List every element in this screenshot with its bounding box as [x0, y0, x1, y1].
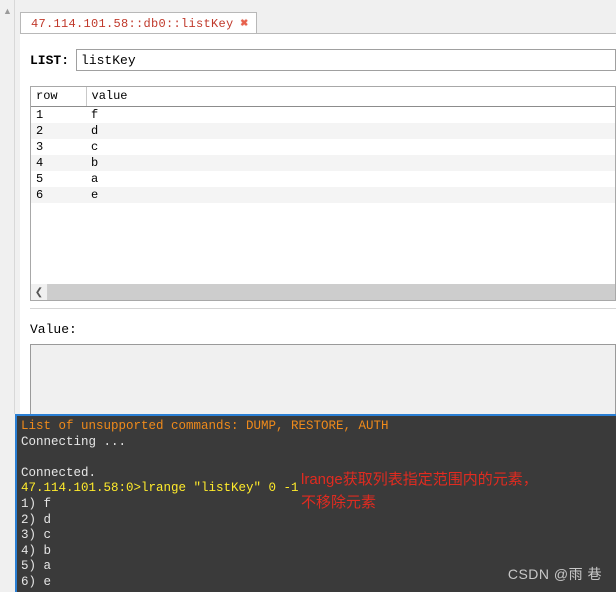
table-row[interactable]: 4 b — [31, 155, 615, 171]
console-line: 3) c — [21, 528, 52, 543]
console-line: List of unsupported commands: DUMP, REST… — [21, 419, 389, 433]
cell-value: a — [91, 172, 99, 186]
annotation-line-2: 不移除元素 — [301, 494, 377, 511]
tab-strip: 47.114.101.58::db0::listKey ✖ — [20, 12, 616, 34]
watermark: CSDN @雨 巷 — [507, 566, 602, 582]
cell-row: 4 — [36, 156, 44, 170]
table-horizontal-scrollbar[interactable]: ❮ — [30, 284, 616, 301]
table-header: row value — [31, 87, 615, 107]
tab-listkey[interactable]: 47.114.101.58::db0::listKey ✖ — [20, 12, 258, 34]
cell-row: 3 — [36, 140, 44, 154]
table-row[interactable]: 1 f — [31, 107, 615, 124]
table-row[interactable]: 6 e — [31, 187, 615, 203]
left-vertical-scrollbar[interactable]: ▲ — [0, 0, 15, 414]
value-panel-label: Value: — [30, 322, 77, 337]
app-root: ▲ 47.114.101.58::db0::listKey ✖ LIST: ro… — [0, 0, 616, 592]
table-row[interactable]: 5 a — [31, 171, 615, 187]
key-type-label: LIST: — [30, 52, 70, 68]
cell-value: e — [91, 188, 99, 202]
column-header-row[interactable]: row — [31, 87, 87, 107]
scroll-up-arrow-icon[interactable]: ▲ — [0, 4, 15, 18]
tab-label: 47.114.101.58::db0::listKey — [31, 16, 234, 31]
cell-value: d — [91, 124, 99, 138]
key-name-input[interactable] — [76, 49, 616, 71]
table-row[interactable]: 2 d — [31, 123, 615, 139]
cell-value: c — [91, 140, 99, 154]
console-left-gutter — [0, 414, 15, 592]
console-line: 4) b — [21, 543, 52, 558]
annotation-line-1: lrange获取列表指定范围内的元素， — [301, 471, 538, 488]
annotation-overlay: lrange获取列表指定范围内的元素， 不移除元素 — [301, 468, 601, 514]
console-line: Connecting ... — [21, 434, 127, 449]
cell-value: b — [91, 156, 99, 170]
cell-row: 2 — [36, 124, 44, 138]
list-values-table-container[interactable]: row value 1 f 2 d 3 c 4 b 5 a 6 e — [30, 86, 616, 296]
table-header-row: row value — [31, 87, 615, 107]
cell-row: 6 — [36, 188, 44, 202]
scroll-left-arrow-icon[interactable]: ❮ — [31, 284, 48, 300]
key-detail-card: LIST: row value 1 f — [20, 33, 616, 439]
list-values-table: row value 1 f 2 d 3 c 4 b 5 a 6 e — [31, 87, 615, 203]
cell-row: 5 — [36, 172, 44, 186]
close-icon[interactable]: ✖ — [241, 17, 249, 30]
column-header-value[interactable]: value — [86, 87, 615, 107]
scrollbar-thumb[interactable] — [48, 284, 615, 300]
key-name-row: LIST: — [30, 48, 616, 72]
table-row[interactable]: 3 c — [31, 139, 615, 155]
console-line: 2) d — [21, 512, 52, 527]
key-editor-panel: 47.114.101.58::db0::listKey ✖ LIST: row … — [15, 0, 616, 439]
panel-divider — [30, 308, 616, 309]
cell-row: 1 — [36, 108, 44, 122]
table-body: 1 f 2 d 3 c 4 b 5 a 6 e — [31, 107, 615, 203]
cell-value: f — [91, 108, 99, 122]
